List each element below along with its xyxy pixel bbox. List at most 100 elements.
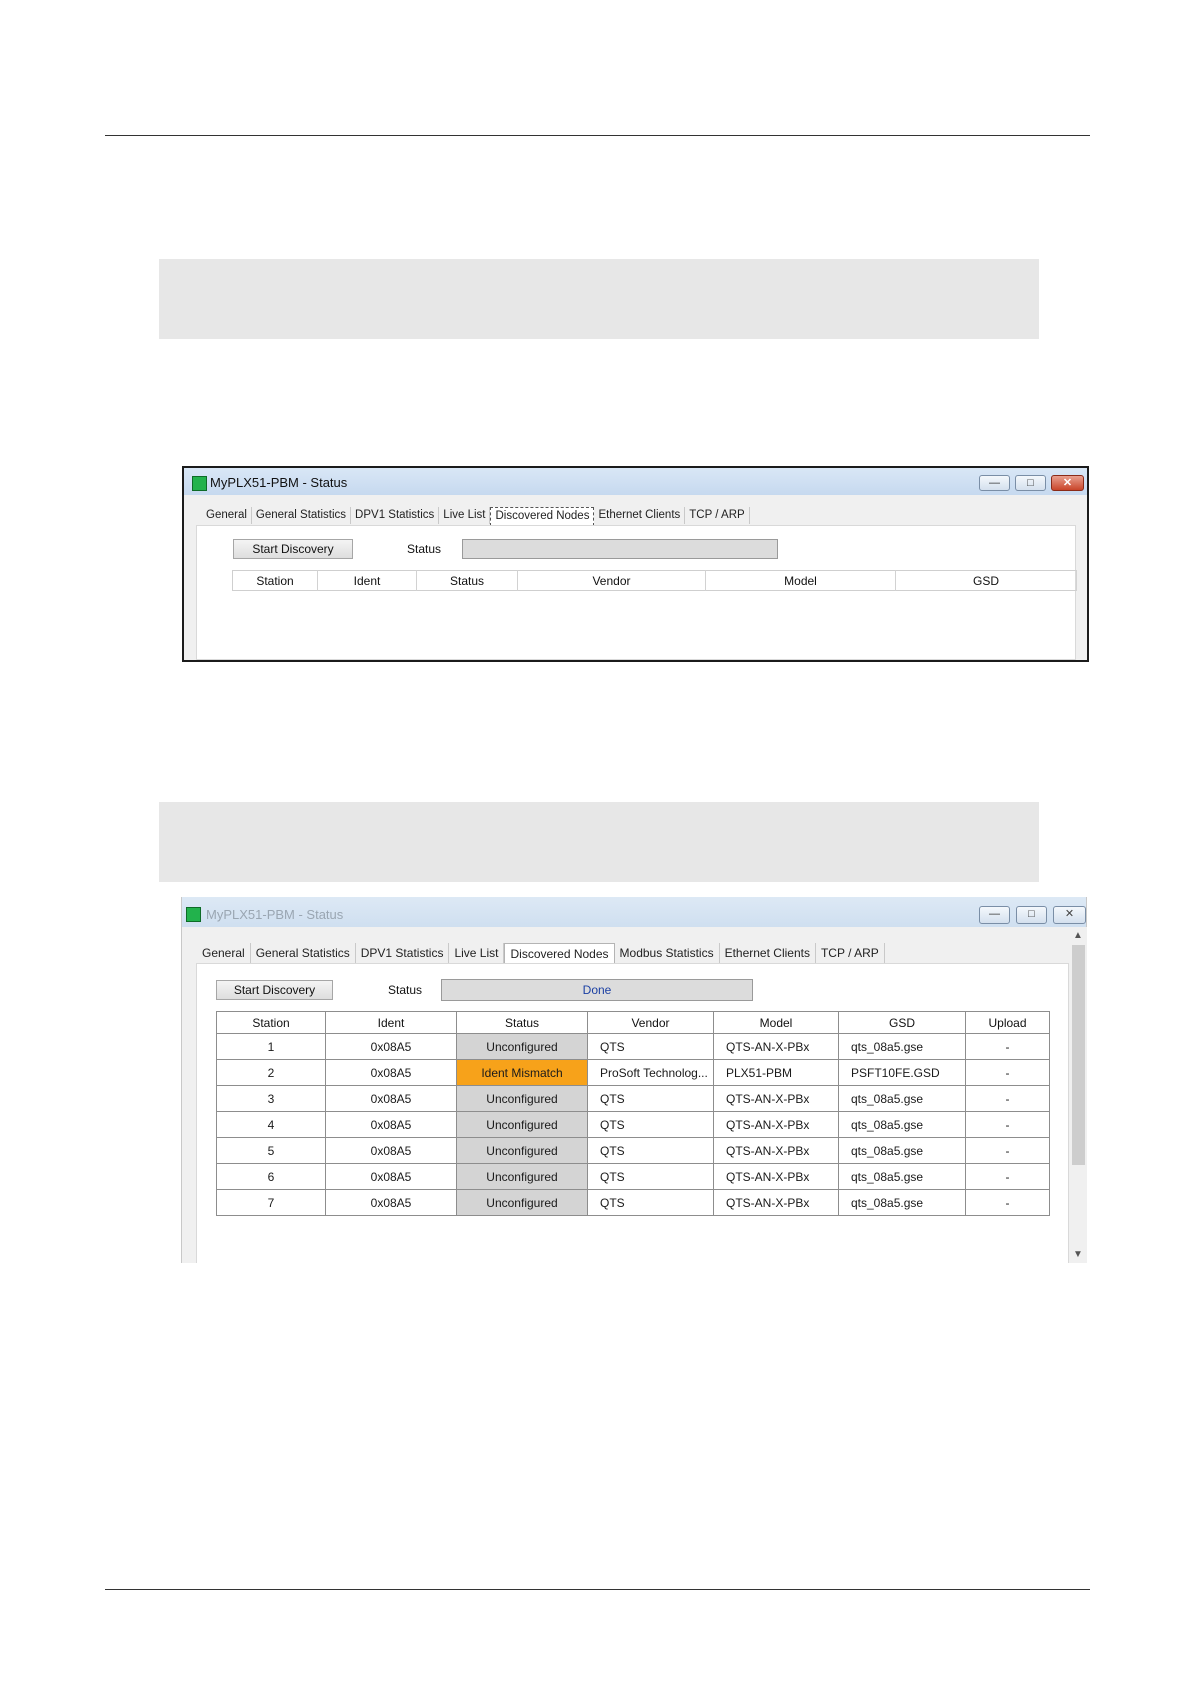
column-header-ident[interactable]: Ident xyxy=(325,1011,457,1034)
cell-model: QTS-AN-X-PBx xyxy=(713,1137,839,1164)
table-row[interactable]: 5 0x08A5 Unconfigured QTS QTS-AN-X-PBx q… xyxy=(216,1137,1050,1164)
cell-gsd: qts_08a5.gse xyxy=(838,1111,966,1138)
page-header-rule xyxy=(105,135,1090,136)
cell-ident: 0x08A5 xyxy=(325,1111,457,1138)
cell-gsd: qts_08a5.gse xyxy=(838,1033,966,1060)
cell-ident: 0x08A5 xyxy=(325,1085,457,1112)
tab-general[interactable]: General xyxy=(197,943,251,963)
cell-vendor: QTS xyxy=(587,1085,714,1112)
column-header-model[interactable]: Model xyxy=(705,570,896,591)
cell-upload[interactable]: - xyxy=(965,1137,1050,1164)
cell-gsd: qts_08a5.gse xyxy=(838,1189,966,1216)
cell-model: QTS-AN-X-PBx xyxy=(713,1189,839,1216)
tab-panel: Start Discovery Status Station Ident Sta… xyxy=(196,525,1077,660)
tab-dpv1-statistics[interactable]: DPV1 Statistics xyxy=(356,943,450,963)
column-header-vendor[interactable]: Vendor xyxy=(517,570,706,591)
tab-discovered-nodes[interactable]: Discovered Nodes xyxy=(504,943,615,964)
cell-station: 1 xyxy=(216,1033,326,1060)
table-row[interactable]: 7 0x08A5 Unconfigured QTS QTS-AN-X-PBx q… xyxy=(216,1189,1050,1216)
status-square-icon xyxy=(186,907,201,922)
maximize-button[interactable]: □ xyxy=(1015,475,1046,491)
cell-upload[interactable]: - xyxy=(965,1189,1050,1216)
cell-ident: 0x08A5 xyxy=(325,1137,457,1164)
cell-model: PLX51-PBM xyxy=(713,1059,839,1086)
scroll-down-arrow-icon[interactable]: ▼ xyxy=(1073,1249,1083,1260)
tab-dpv1-statistics[interactable]: DPV1 Statistics xyxy=(351,507,440,524)
table-row[interactable]: 6 0x08A5 Unconfigured QTS QTS-AN-X-PBx q… xyxy=(216,1163,1050,1190)
column-header-model[interactable]: Model xyxy=(713,1011,839,1034)
note-box-1 xyxy=(159,259,1039,339)
cell-gsd: qts_08a5.gse xyxy=(838,1163,966,1190)
table-row[interactable]: 4 0x08A5 Unconfigured QTS QTS-AN-X-PBx q… xyxy=(216,1111,1050,1138)
column-header-station[interactable]: Station xyxy=(216,1011,326,1034)
scroll-thumb[interactable] xyxy=(1072,945,1085,1165)
minimize-button[interactable]: — xyxy=(979,475,1010,491)
tab-ethernet-clients[interactable]: Ethernet Clients xyxy=(594,507,686,524)
cell-station: 2 xyxy=(216,1059,326,1086)
tab-tcp-arp[interactable]: TCP / ARP xyxy=(685,507,750,524)
cell-upload[interactable]: - xyxy=(965,1163,1050,1190)
maximize-button[interactable]: □ xyxy=(1016,906,1047,924)
cell-ident: 0x08A5 xyxy=(325,1163,457,1190)
note-box-2 xyxy=(159,802,1039,882)
column-header-status[interactable]: Status xyxy=(416,570,518,591)
tab-strip: General General Statistics DPV1 Statisti… xyxy=(197,943,885,964)
close-button[interactable]: ✕ xyxy=(1051,475,1084,491)
cell-upload[interactable]: - xyxy=(965,1033,1050,1060)
minimize-button[interactable]: — xyxy=(979,906,1010,924)
scroll-up-arrow-icon[interactable]: ▲ xyxy=(1073,930,1083,941)
title-bar[interactable]: MyPLX51-PBM - Status — □ ✕ xyxy=(182,897,1086,927)
cell-model: QTS-AN-X-PBx xyxy=(713,1111,839,1138)
cell-ident: 0x08A5 xyxy=(325,1059,457,1086)
tab-ethernet-clients[interactable]: Ethernet Clients xyxy=(720,943,816,963)
cell-model: QTS-AN-X-PBx xyxy=(713,1163,839,1190)
tab-general[interactable]: General xyxy=(202,507,252,524)
column-header-station[interactable]: Station xyxy=(232,570,318,591)
window-title: MyPLX51-PBM - Status xyxy=(206,907,344,922)
cell-ident: 0x08A5 xyxy=(325,1189,457,1216)
cell-station: 4 xyxy=(216,1111,326,1138)
tab-tcp-arp[interactable]: TCP / ARP xyxy=(816,943,885,963)
cell-status: Unconfigured xyxy=(456,1033,588,1060)
status-square-icon xyxy=(192,476,207,491)
cell-gsd: PSFT10FE.GSD xyxy=(838,1059,966,1086)
tab-live-list[interactable]: Live List xyxy=(439,507,491,524)
tab-general-statistics[interactable]: General Statistics xyxy=(251,943,356,963)
start-discovery-button[interactable]: Start Discovery xyxy=(233,539,353,559)
cell-upload[interactable]: - xyxy=(965,1059,1050,1086)
title-bar[interactable]: MyPLX51-PBM - Status — □ ✕ xyxy=(184,468,1087,495)
nodes-table: Station Ident Status Vendor Model GSD xyxy=(232,570,1077,591)
table-row[interactable]: 3 0x08A5 Unconfigured QTS QTS-AN-X-PBx q… xyxy=(216,1085,1050,1112)
cell-upload[interactable]: - xyxy=(965,1085,1050,1112)
cell-vendor: QTS xyxy=(587,1189,714,1216)
table-row[interactable]: 1 0x08A5 Unconfigured QTS QTS-AN-X-PBx q… xyxy=(216,1033,1050,1060)
cell-station: 7 xyxy=(216,1189,326,1216)
nodes-table: Station Ident Status Vendor Model GSD Up… xyxy=(216,1011,1050,1216)
window-title: MyPLX51-PBM - Status xyxy=(210,475,348,490)
tab-discovered-nodes[interactable]: Discovered Nodes xyxy=(490,507,595,526)
tab-modbus-statistics[interactable]: Modbus Statistics xyxy=(615,943,720,963)
tab-general-statistics[interactable]: General Statistics xyxy=(252,507,352,524)
column-header-gsd[interactable]: GSD xyxy=(838,1011,966,1034)
column-header-gsd[interactable]: GSD xyxy=(895,570,1077,591)
column-header-upload[interactable]: Upload xyxy=(965,1011,1050,1034)
start-discovery-button[interactable]: Start Discovery xyxy=(216,980,333,1000)
cell-vendor: ProSoft Technolog... xyxy=(587,1059,714,1086)
tab-live-list[interactable]: Live List xyxy=(449,943,505,963)
cell-status: Unconfigured xyxy=(456,1137,588,1164)
cell-upload[interactable]: - xyxy=(965,1111,1050,1138)
column-header-ident[interactable]: Ident xyxy=(317,570,417,591)
status-label: Status xyxy=(407,542,442,556)
status-window-discovered: MyPLX51-PBM - Status — □ ✕ General Gener… xyxy=(181,897,1087,1263)
column-header-status[interactable]: Status xyxy=(456,1011,588,1034)
close-button[interactable]: ✕ xyxy=(1053,906,1086,924)
status-label: Status xyxy=(388,983,423,997)
vertical-scrollbar[interactable]: ▲ ▼ xyxy=(1070,927,1087,1263)
cell-status: Unconfigured xyxy=(456,1111,588,1138)
cell-vendor: QTS xyxy=(587,1111,714,1138)
table-row[interactable]: 2 0x08A5 Ident Mismatch ProSoft Technolo… xyxy=(216,1059,1050,1086)
status-value: Done xyxy=(441,979,753,1001)
cell-model: QTS-AN-X-PBx xyxy=(713,1085,839,1112)
column-header-vendor[interactable]: Vendor xyxy=(587,1011,714,1034)
cell-station: 3 xyxy=(216,1085,326,1112)
